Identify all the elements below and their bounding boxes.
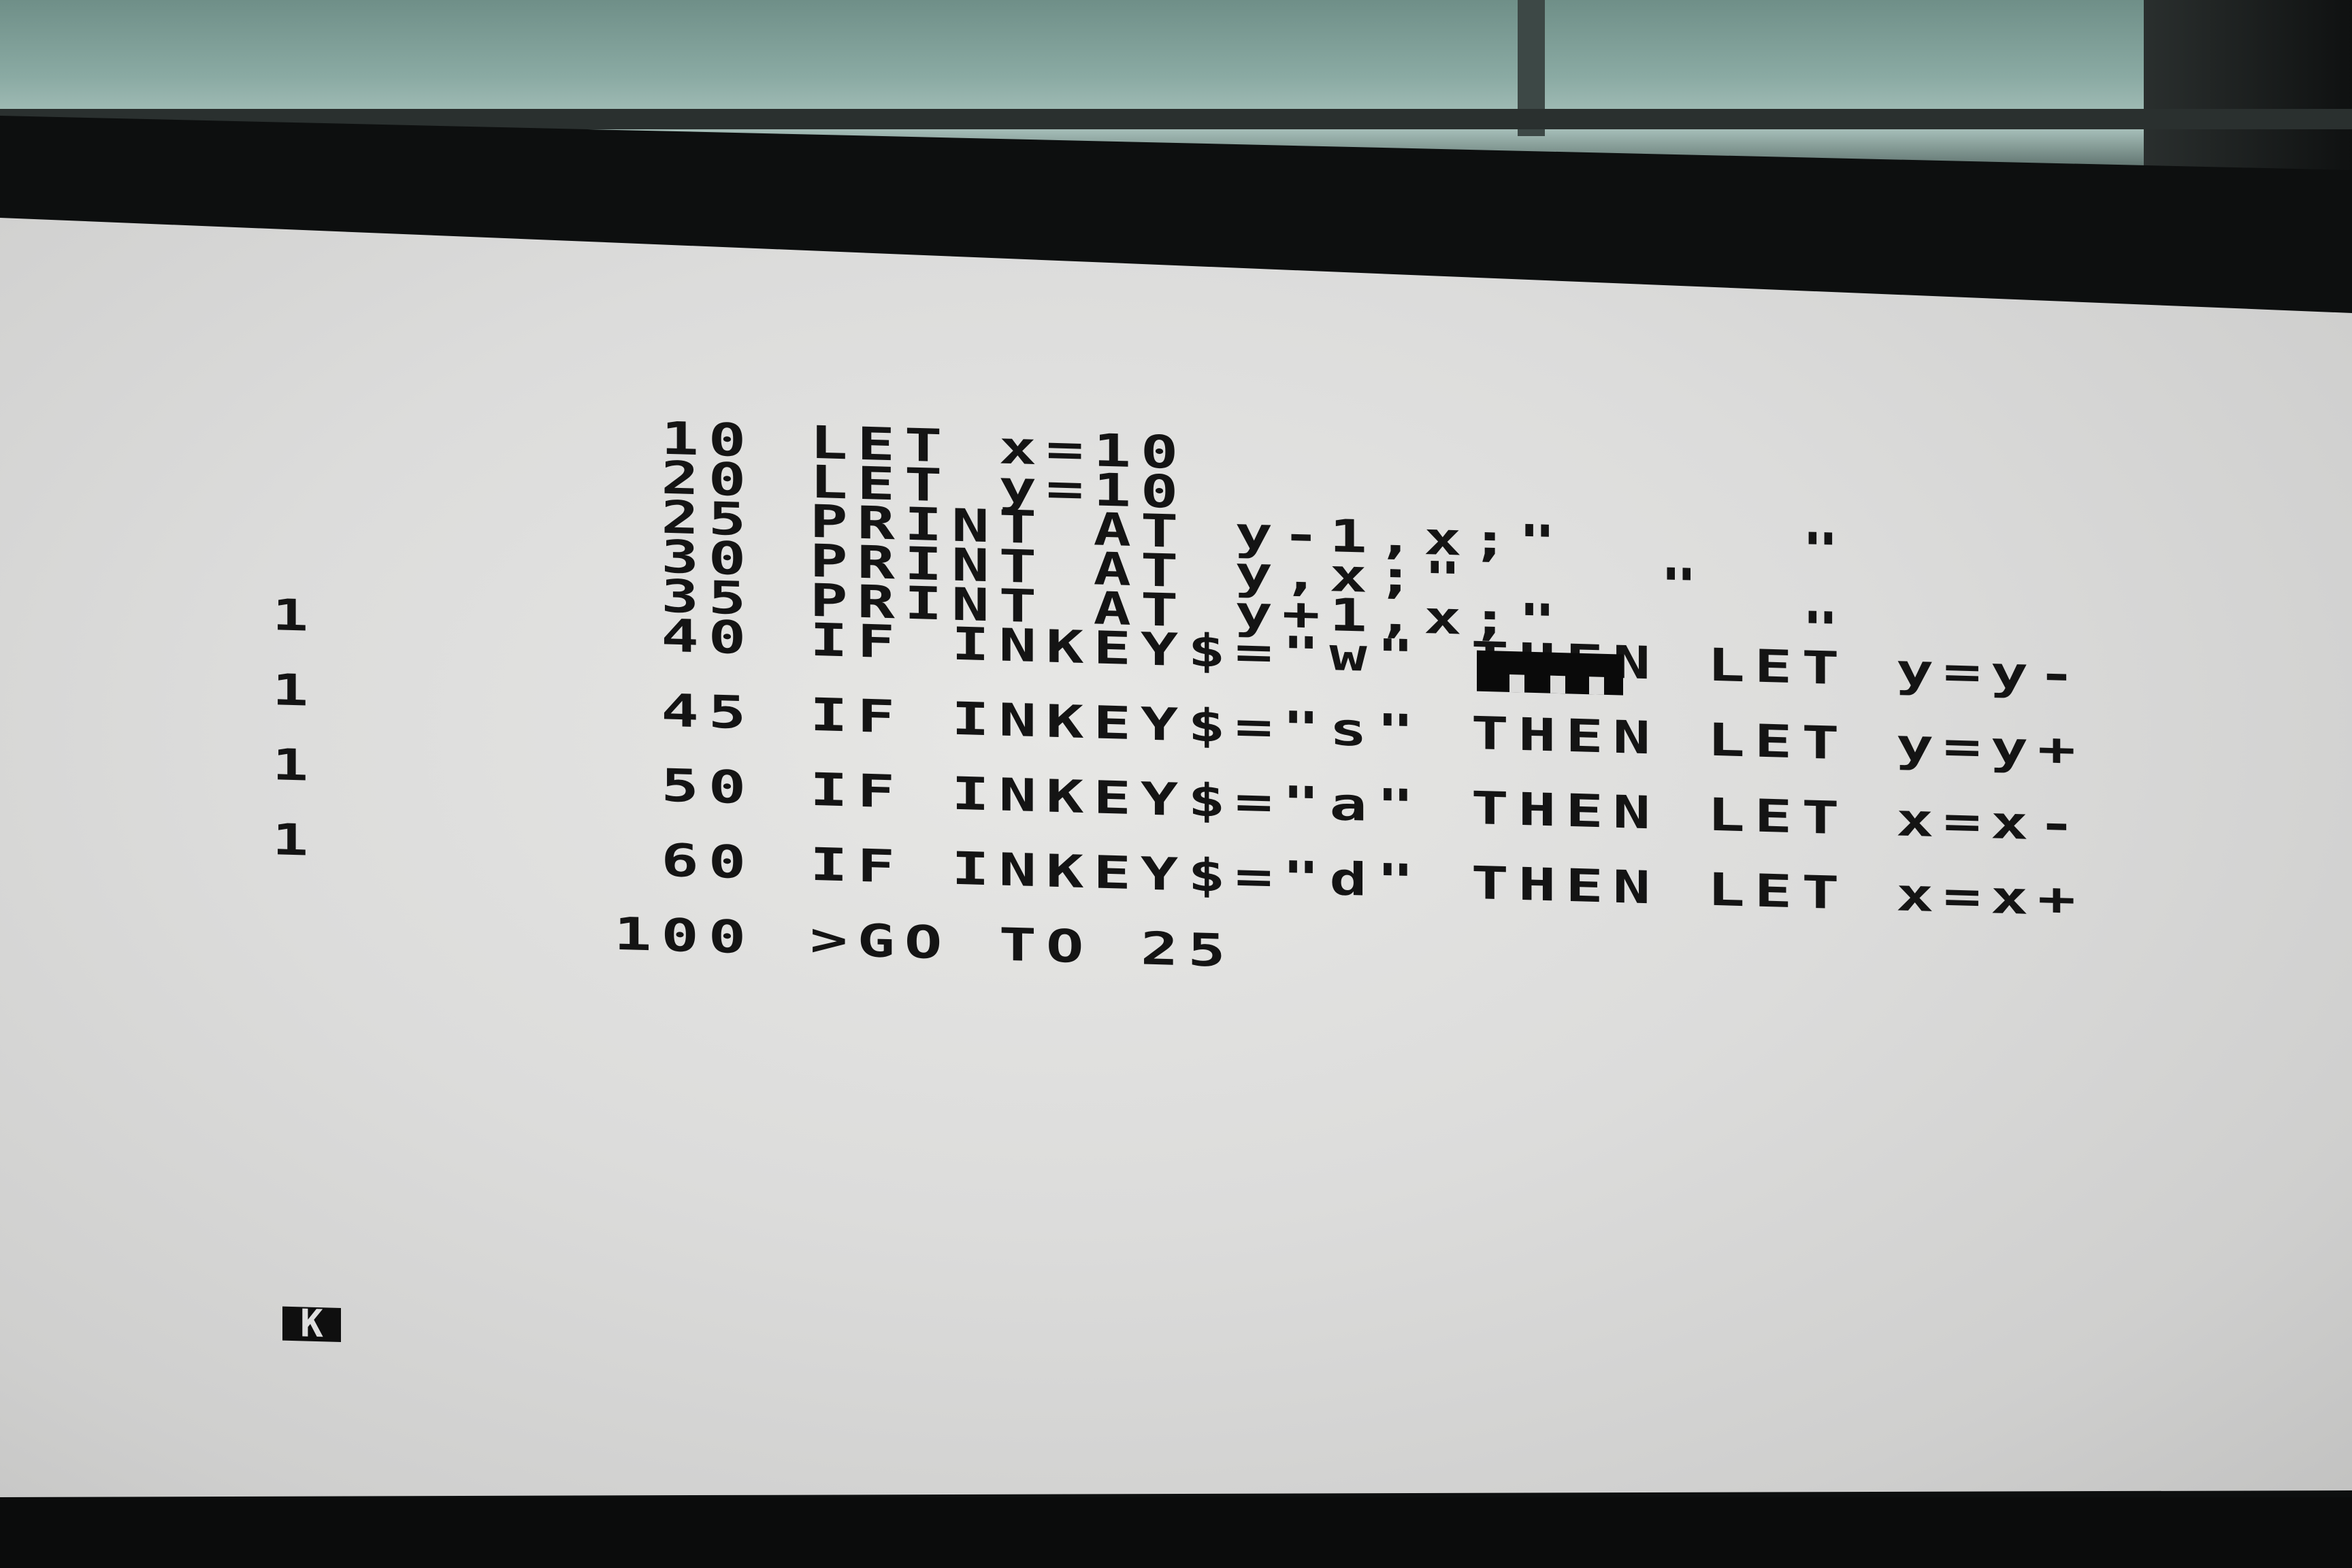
basic-screen: 10 LET x=10 20 LET y=10 25 PRINT AT y-1,x;"… (0, 218, 2352, 1497)
line-code: >GO TO 25 (810, 913, 1235, 978)
line-number: 100 (613, 907, 756, 964)
line-continuation: 1 (272, 814, 308, 866)
sprite-notch (1509, 674, 1524, 693)
input-cursor[interactable]: K (282, 1301, 341, 1346)
monitor-bottom-bezel (0, 1497, 2352, 1568)
sprite-notch (1589, 676, 1604, 695)
line-continuation: 1 (272, 739, 308, 791)
line-continuation: 1 (272, 664, 308, 716)
program-listing: 10 LET x=10 20 LET y=10 25 PRINT AT y-1,x;"… (0, 218, 2352, 1497)
sprite-notch (1550, 675, 1565, 694)
line-continuation: 1 (272, 589, 308, 641)
sprite-graphic (1477, 650, 1623, 696)
photo: 10 LET x=10 20 LET y=10 25 PRINT AT y-1,x;"… (0, 0, 2352, 1568)
window-shadow (2144, 0, 2352, 170)
